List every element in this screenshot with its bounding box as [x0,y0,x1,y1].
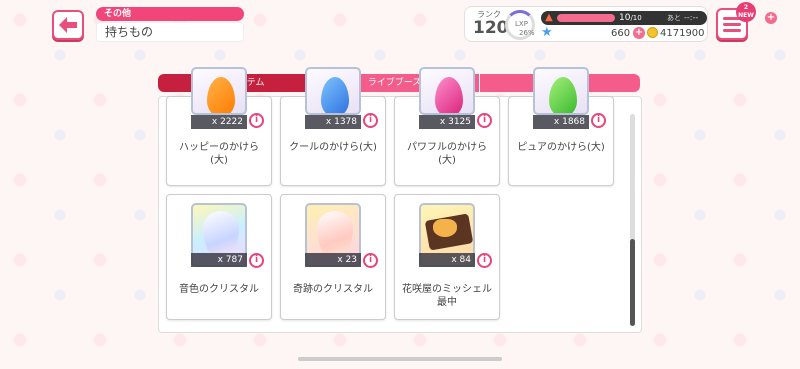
back-arrow-icon [59,17,77,33]
menu-line-icon [723,22,741,26]
menu-line-icon [723,28,741,32]
energy-current: 10 [619,13,631,23]
item-thumbnail [419,67,475,115]
item-card-cool-shard[interactable]: x 1378 i クールのかけら(大) [280,67,386,186]
info-icon[interactable]: i [363,253,378,268]
item-card-sound-crystal[interactable]: x 787 i 音色のクリスタル [166,194,272,320]
item-count: x 3125 [419,115,475,129]
energy-track [557,14,615,22]
info-icon[interactable]: i [249,253,264,268]
info-icon[interactable]: i [591,113,606,128]
item-card-powerful-shard[interactable]: x 3125 i パワフルのかけら(大) [394,67,500,186]
item-name: クールのかけら(大) [289,142,377,153]
scrollbar-thumb[interactable] [630,239,635,326]
coins-value: 4171900 [660,28,705,39]
new-badge: 2 NEW [736,2,756,22]
back-button[interactable] [52,10,84,40]
new-label: NEW [738,12,754,19]
flame-icon: ▲ [545,12,553,23]
item-thumbnail [533,67,589,115]
item-name: 音色のクリスタル [179,284,259,295]
item-count: x 1378 [305,115,361,129]
page-title: 持ちもの [96,22,244,42]
energy-count: 10/10 [619,12,642,24]
page-category: その他 [96,7,244,21]
info-icon[interactable]: i [363,113,378,128]
add-energy-button[interactable]: + [765,12,777,24]
live-energy-bar: ▲ 10/10 あと --:-- + [541,11,777,25]
item-name: ピュアのかけら(大) [517,142,605,153]
pure-shard-icon [549,77,577,113]
info-icon[interactable]: i [249,113,264,128]
star-icon: ★ [541,25,553,40]
next-recovery-label: あと [667,14,681,22]
coin-icon [647,27,658,38]
miracle-crystal-icon [317,211,353,259]
sound-crystal-icon [203,211,239,259]
item-count: x 787 [191,253,247,267]
new-count: 2 [743,4,749,11]
stars-value: 660 [611,28,631,39]
item-count: x 2222 [191,115,247,129]
lxp-percent: 26% [519,29,535,37]
energy-max: /10 [630,14,642,22]
item-thumbnail [191,67,247,115]
energy-fill [557,14,615,22]
item-name: ハッピーのかけら(大) [179,142,259,166]
item-card-happy-shard[interactable]: x 2222 i ハッピーのかけら(大) [166,67,272,186]
add-stars-button[interactable]: + [633,27,645,39]
bear-face-icon [433,219,457,237]
lxp-label: LXP [515,20,528,28]
page-title-box: その他 持ちもの [96,7,244,42]
item-thumbnail [305,67,361,115]
item-card-pure-shard[interactable]: x 1868 i ピュアのかけら(大) [508,67,614,186]
info-icon[interactable]: i [477,113,492,128]
item-count: x 1868 [533,115,589,129]
player-status-panel: ランク 120 LXP 26% ▲ 10/10 あと --:-- + ★ 660… [464,6,777,42]
item-name: 花咲屋のミッシェル最中 [402,284,492,308]
item-count: x 84 [419,253,475,267]
info-icon[interactable]: i [477,253,492,268]
item-name: 奇跡のクリスタル [293,284,373,295]
happy-shard-icon [207,77,235,113]
item-card-michelle-monaka[interactable]: x 84 i 花咲屋のミッシェル最中 [394,194,500,320]
item-count: x 23 [305,253,361,267]
item-card-miracle-crystal[interactable]: x 23 i 奇跡のクリスタル [280,194,386,320]
powerful-shard-icon [435,77,463,113]
next-recovery-time: --:-- [684,13,699,22]
item-name: パワフルのかけら(大) [407,142,487,166]
cool-shard-icon [321,77,349,113]
home-indicator[interactable] [298,357,502,361]
rank-value: 120 [473,18,509,38]
